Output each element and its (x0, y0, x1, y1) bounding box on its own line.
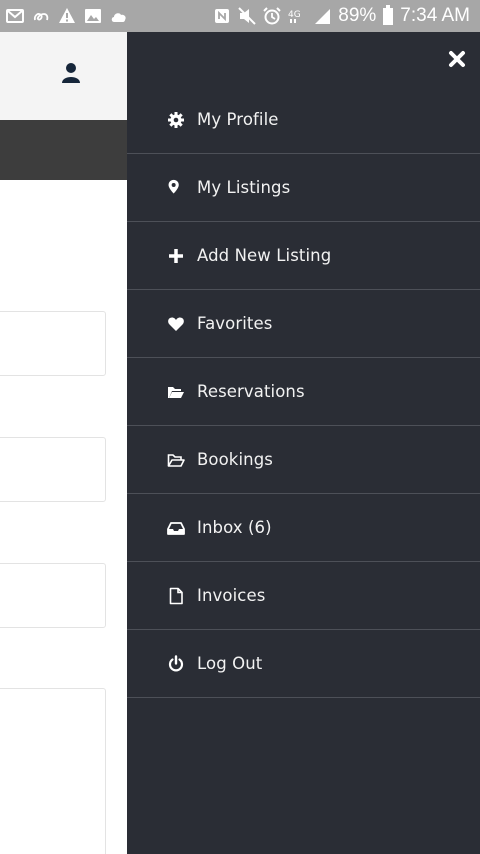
document-icon (167, 587, 185, 605)
status-bar: 4G 89% 7:34 AM (0, 0, 480, 32)
status-bar-notifications (6, 6, 128, 26)
menu-item-label: Bookings (197, 450, 273, 469)
drawer-menu: My Profile My Listings Add New Listing F… (127, 86, 480, 698)
link-icon (32, 7, 50, 25)
mail-icon (6, 7, 24, 25)
mute-icon (238, 7, 256, 25)
menu-item-invoices[interactable]: Invoices (127, 562, 480, 630)
form-field[interactable] (0, 563, 106, 628)
folder-outline-icon (167, 451, 185, 469)
power-icon (167, 654, 185, 673)
form-textarea[interactable] (0, 688, 106, 854)
signal-icon (313, 7, 331, 25)
menu-item-label: Favorites (197, 314, 273, 333)
user-icon[interactable] (61, 62, 81, 84)
image-icon (84, 7, 102, 25)
menu-item-label: Log Out (197, 654, 263, 673)
menu-item-label: My Profile (197, 110, 279, 129)
form-field[interactable] (0, 437, 106, 502)
menu-item-inbox[interactable]: Inbox (6) (127, 494, 480, 562)
map-pin-icon (167, 179, 185, 197)
menu-item-reservations[interactable]: Reservations (127, 358, 480, 426)
alarm-icon (263, 7, 281, 25)
menu-item-my-listings[interactable]: My Listings (127, 154, 480, 222)
plus-icon (167, 247, 185, 265)
cloud-icon (110, 7, 128, 25)
menu-item-label: Add New Listing (197, 246, 332, 265)
warning-icon (58, 7, 76, 25)
clock: 7:34 AM (400, 5, 470, 26)
menu-item-label: Reservations (197, 382, 305, 401)
status-bar-system: 4G 89% 7:34 AM (213, 0, 470, 32)
gear-icon (167, 111, 185, 129)
menu-item-my-profile[interactable]: My Profile (127, 86, 480, 154)
menu-item-add-new-listing[interactable]: Add New Listing (127, 222, 480, 290)
heart-icon (167, 315, 185, 333)
form-field[interactable] (0, 311, 106, 376)
close-icon[interactable] (448, 50, 466, 68)
menu-item-log-out[interactable]: Log Out (127, 630, 480, 698)
menu-item-bookings[interactable]: Bookings (127, 426, 480, 494)
folder-open-icon (167, 383, 185, 401)
menu-item-label: Invoices (197, 586, 266, 605)
svg-text:4G: 4G (288, 10, 301, 20)
lte-icon: 4G (288, 7, 306, 25)
menu-item-label: My Listings (197, 178, 291, 197)
menu-item-favorites[interactable]: Favorites (127, 290, 480, 358)
inbox-icon (167, 519, 185, 537)
battery-percent: 89% (338, 5, 377, 26)
nfc-icon (213, 7, 231, 25)
battery-icon (383, 4, 394, 25)
menu-item-label: Inbox (6) (197, 518, 272, 537)
navigation-drawer: My Profile My Listings Add New Listing F… (127, 32, 480, 854)
